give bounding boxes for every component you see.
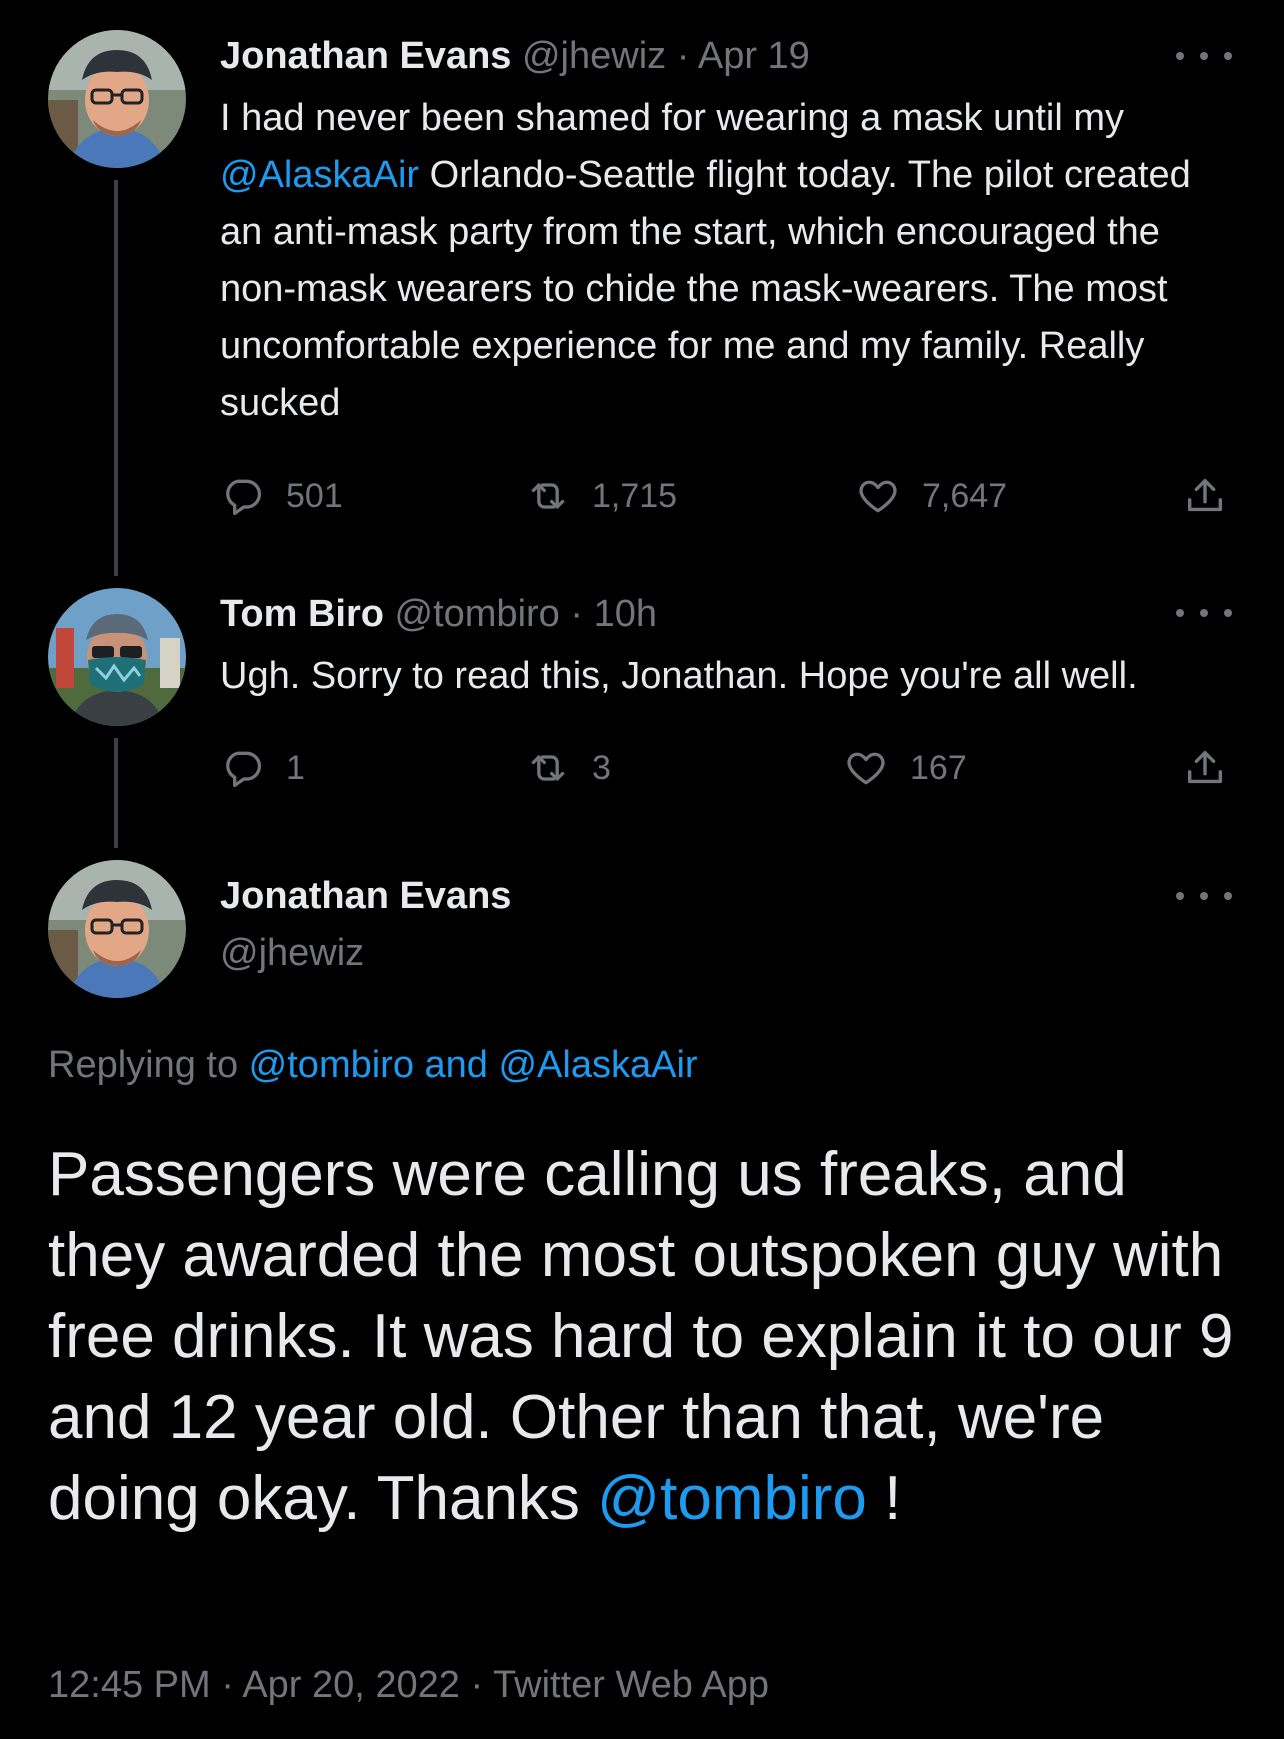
avatar-tom[interactable] — [48, 588, 186, 726]
tweet1-separator: · — [676, 35, 690, 77]
tweet2-like-count: 167 — [910, 748, 967, 787]
tweet1-header: Jonathan Evans @jhewiz · Apr 19 — [220, 34, 810, 78]
avatar-jonathan-focal[interactable] — [48, 860, 186, 998]
tweet1-retweet-count: 1,715 — [592, 476, 678, 515]
focal-tweet-text: Passengers were calling us freaks, and t… — [48, 1134, 1248, 1539]
tweet2-handle[interactable]: @tombiro — [395, 593, 560, 635]
reply-icon — [226, 479, 262, 516]
tweet1-mention-link[interactable]: @AlaskaAir — [220, 154, 419, 196]
tweet1-handle[interactable]: @jhewiz — [522, 35, 666, 77]
replying-to: Replying to @tombiro and @AlaskaAir — [48, 1044, 698, 1087]
reply-icon — [226, 751, 262, 788]
avatar-jonathan[interactable] — [48, 30, 186, 168]
tweet2-more-icon[interactable] — [1176, 603, 1232, 623]
thread-line-1 — [114, 180, 118, 576]
retweet-icon — [531, 483, 565, 509]
tweet2-like-button[interactable]: 167 — [844, 740, 967, 796]
tweet1-text: I had never been shamed for wearing a ma… — [220, 90, 1240, 432]
tweet2-separator: · — [570, 593, 584, 635]
like-icon — [859, 480, 897, 513]
tweet1-text-before: I had never been shamed for wearing a ma… — [220, 97, 1125, 139]
focal-author-name[interactable]: Jonathan Evans — [220, 875, 511, 918]
retweet-icon — [531, 755, 565, 781]
tweet2-reply-count: 1 — [286, 748, 305, 787]
focal-more-icon[interactable] — [1176, 886, 1232, 906]
tweet1-time[interactable]: Apr 19 — [698, 35, 810, 77]
tweet2-actions: 1 3 167 — [220, 740, 1230, 796]
tweet2-time[interactable]: 10h — [594, 593, 657, 635]
tweet2-header: Tom Biro @tombiro · 10h — [220, 592, 657, 636]
tweet1-retweet-button[interactable]: 1,715 — [526, 468, 677, 524]
tweet2-reply-button[interactable]: 1 — [220, 740, 305, 796]
tweet2-share-button[interactable] — [1182, 740, 1250, 796]
tweet1-author-name[interactable]: Jonathan Evans — [220, 35, 511, 77]
share-icon — [1187, 750, 1223, 784]
tweet1-like-button[interactable]: 7,647 — [856, 468, 1007, 524]
tweet2-retweet-count: 3 — [592, 748, 611, 787]
tweet1-like-count: 7,647 — [922, 476, 1008, 515]
focal-mention-link[interactable]: @tombiro — [597, 1464, 867, 1533]
tweet-timestamp[interactable]: 12:45 PM · Apr 20, 2022 · Twitter Web Ap… — [48, 1664, 769, 1707]
tweet1-share-button[interactable] — [1182, 468, 1250, 524]
tweet1-reply-button[interactable]: 501 — [220, 468, 343, 524]
replying-prefix: Replying to — [48, 1044, 249, 1086]
tweet1-actions: 501 1,715 7,647 — [220, 468, 1230, 524]
tweet1-reply-count: 501 — [286, 476, 343, 515]
share-icon — [1187, 478, 1223, 512]
tweet2-text: Ugh. Sorry to read this, Jonathan. Hope … — [220, 655, 1138, 697]
thread-line-2 — [114, 738, 118, 848]
replying-to-links[interactable]: @tombiro and @AlaskaAir — [249, 1044, 698, 1086]
focal-handle[interactable]: @jhewiz — [220, 932, 364, 975]
focal-text-end: ! — [866, 1464, 902, 1533]
tweet2-retweet-button[interactable]: 3 — [526, 740, 611, 796]
tweet2-author-name[interactable]: Tom Biro — [220, 593, 384, 635]
tweet1-more-icon[interactable] — [1176, 46, 1232, 66]
like-icon — [847, 752, 885, 785]
